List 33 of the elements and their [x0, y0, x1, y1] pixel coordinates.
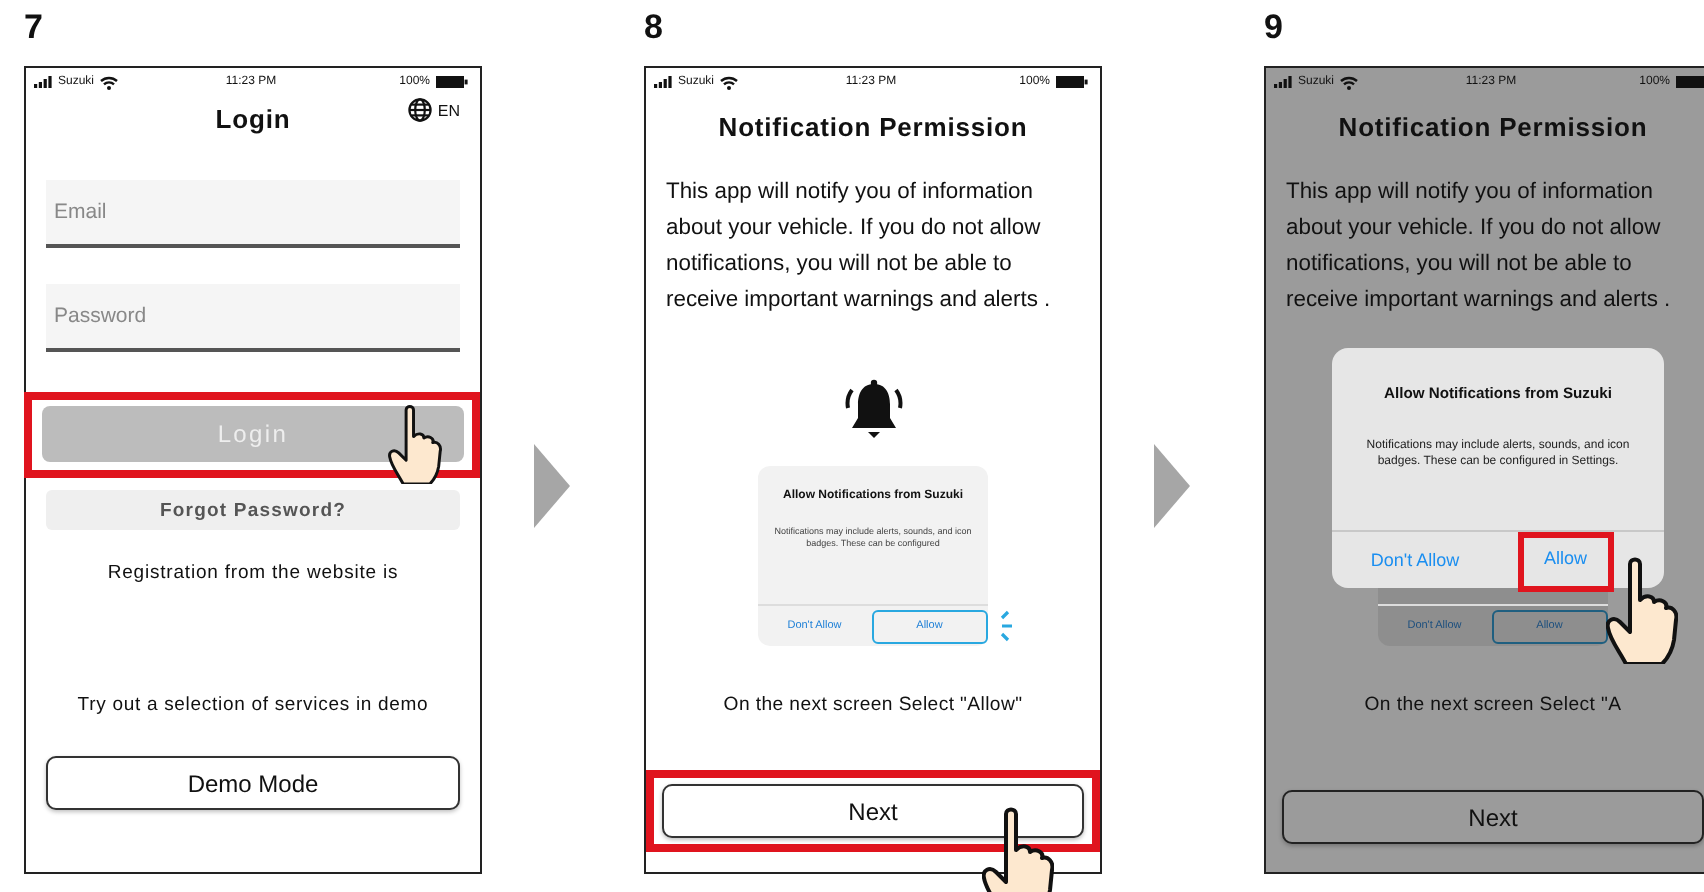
forgot-password-button[interactable]: Forgot Password? — [46, 490, 460, 530]
chevron-right-icon — [533, 444, 569, 528]
wifi-icon — [100, 75, 119, 89]
wifi-icon — [1340, 75, 1359, 89]
battery-icon — [1676, 76, 1704, 88]
step-number: 8 — [644, 6, 665, 50]
body-text: This app will notify you of information about your vehicle. If you do not allow notifications, you will not be able to receive important warnings and alerts . — [664, 178, 1053, 316]
bell-icon — [843, 378, 903, 442]
screen-title: Notification Permission — [1336, 112, 1650, 142]
demo-text: Try out a selection of services in demo — [75, 694, 431, 716]
step-number: 9 — [1264, 6, 1285, 50]
wifi-icon — [720, 75, 739, 89]
tap-sparkle-icon — [996, 610, 1012, 642]
demo-mode-button[interactable]: Demo Mode — [46, 756, 460, 810]
screen-title: Notification Permission — [716, 112, 1030, 142]
battery-icon — [436, 76, 468, 88]
battery-icon — [1056, 76, 1088, 88]
step-number: 7 — [24, 6, 45, 50]
next-button[interactable]: Next — [1282, 790, 1704, 844]
signal-icon — [654, 76, 672, 88]
screen-title: Login — [215, 103, 291, 133]
language-button[interactable]: EN — [407, 98, 460, 122]
input-field[interactable]: Password — [46, 284, 460, 352]
body-text: This app will notify you of information about your vehicle. If you do not allow notifications, you will not be able to receive important warnings and alerts . — [1284, 178, 1673, 316]
hint-text: On the next screen Select "A — [1362, 694, 1624, 716]
globe-icon — [407, 98, 432, 122]
registration-text: Registration from the website is — [105, 562, 401, 584]
next-button[interactable]: Next — [662, 784, 1084, 838]
hint-text: On the next screen Select "Allow" — [721, 694, 1025, 716]
signal-icon — [34, 76, 52, 88]
signal-icon — [1274, 76, 1292, 88]
chevron-right-icon — [1153, 444, 1189, 528]
input-field[interactable]: Email — [46, 180, 460, 248]
